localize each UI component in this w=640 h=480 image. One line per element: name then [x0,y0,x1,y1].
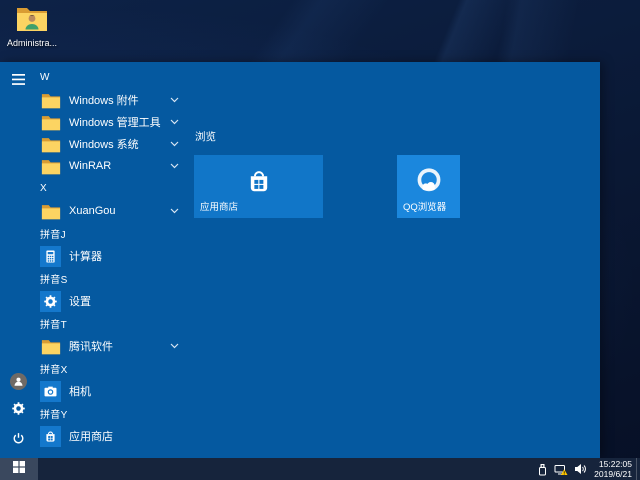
app-icon-slot [40,112,61,133]
tile-group: 应用商店 [194,155,460,218]
app-list-item-label: 应用商店 [69,428,113,444]
app-list-section: 拼音J [0,222,186,267]
settings-gear-icon [40,291,61,312]
chevron-down-icon[interactable] [170,343,179,349]
screen: Administra... [0,0,640,480]
folder-icon [40,134,61,155]
app-list-section: W [0,66,186,177]
system-tray: 15:22:05 2019/6/21 [534,458,640,480]
app-list-item-label: Windows 附件 [69,92,139,108]
app-list-section: 拼音Y [0,402,186,447]
store-icon [40,426,61,447]
start-button[interactable] [0,458,38,480]
start-tile[interactable]: 应用商店 [194,155,323,218]
app-list-item[interactable]: Windows 管理工具 [0,111,186,133]
app-list-item[interactable]: XuanGou [0,200,186,222]
app-list-section: 拼音X [0,357,186,402]
app-list-section-items: 相机 [0,380,186,402]
desktop-icon-label: Administra... [3,38,61,48]
app-icon-slot [40,246,61,267]
app-list-item[interactable]: WinRAR [0,155,186,177]
chevron-down-icon[interactable] [170,208,179,214]
app-list-section: 拼音S [0,267,186,312]
tile-icon-slot [414,166,444,196]
app-list-item[interactable]: Windows 系统 [0,133,186,155]
usb-device-icon[interactable] [537,463,548,476]
chevron-down-icon[interactable] [170,119,179,125]
app-icon-slot [40,426,61,447]
app-list-section-header[interactable]: 拼音Y [0,402,186,425]
taskbar: 15:22:05 2019/6/21 [0,458,640,480]
store-icon [244,183,274,200]
qq-browser-icon [414,183,444,200]
app-list-section: 拼音T [0,312,186,357]
app-list-section-items: Windows 附件 [0,89,186,177]
app-icon-slot [40,381,61,402]
desktop-icon-administrator[interactable]: Administra... [3,5,61,48]
calculator-icon [40,246,61,267]
windows-logo-icon [13,460,25,478]
tile-label: 应用商店 [200,199,238,213]
app-list-item-label: Windows 管理工具 [69,114,161,130]
app-icon-slot [40,291,61,312]
app-list-section: X [0,177,186,222]
folder-icon [40,336,61,357]
app-list-section-header[interactable]: 拼音J [0,222,186,245]
show-desktop-button[interactable] [636,458,640,480]
folder-icon [40,90,61,111]
chevron-down-icon[interactable] [170,163,179,169]
camera-icon [40,381,61,402]
app-icon-slot [40,201,61,222]
tile-icon-slot [244,166,274,196]
app-list-section-items: XuanGou [0,200,186,222]
app-list-section-items: 计算器 [0,245,186,267]
app-list-item[interactable]: 应用商店 [0,425,186,447]
app-list-section-items: 设置 [0,290,186,312]
folder-icon [40,156,61,177]
user-folder-icon [16,5,48,37]
folder-icon [40,201,61,222]
app-list-item-label: 设置 [69,293,91,309]
app-list-section-header[interactable]: W [0,66,186,89]
app-list-item-label: 计算器 [69,248,102,264]
app-list-item-label: XuanGou [69,205,115,217]
folder-icon [40,112,61,133]
start-menu-app-list: W [0,66,186,447]
app-list-section-header[interactable]: 拼音T [0,312,186,335]
chevron-down-icon[interactable] [170,97,179,103]
app-list-item[interactable]: 腾讯软件 [0,335,186,357]
app-icon-slot [40,336,61,357]
app-list-section-header[interactable]: 拼音X [0,357,186,380]
app-list-section-items: 应用商店 [0,425,186,447]
clock-time: 15:22:05 [594,459,632,469]
taskbar-clock[interactable]: 15:22:05 2019/6/21 [594,459,632,479]
app-list-item-label: WinRAR [69,160,111,172]
tile-group-label[interactable]: 浏览 [195,129,216,144]
app-list-item[interactable]: 计算器 [0,245,186,267]
start-menu: W [0,62,600,458]
app-icon-slot [40,134,61,155]
app-list-item[interactable]: 设置 [0,290,186,312]
app-icon-slot [40,156,61,177]
chevron-down-icon[interactable] [170,141,179,147]
app-icon-slot [40,90,61,111]
network-warning-icon[interactable] [554,463,568,476]
app-list-item[interactable]: Windows 附件 [0,89,186,111]
clock-date: 2019/6/21 [594,469,632,479]
app-list-section-header[interactable]: X [0,177,186,200]
volume-icon[interactable] [574,463,587,475]
app-list-section-header[interactable]: 拼音S [0,267,186,290]
app-list-item-label: 相机 [69,383,91,399]
app-list-item-label: 腾讯软件 [69,338,113,354]
app-list-item[interactable]: 相机 [0,380,186,402]
tile-label: QQ浏览器 [403,199,446,213]
app-list-section-items: 腾讯软件 [0,335,186,357]
app-list-item-label: Windows 系统 [69,136,139,152]
start-tile[interactable]: QQ浏览器 [397,155,460,218]
